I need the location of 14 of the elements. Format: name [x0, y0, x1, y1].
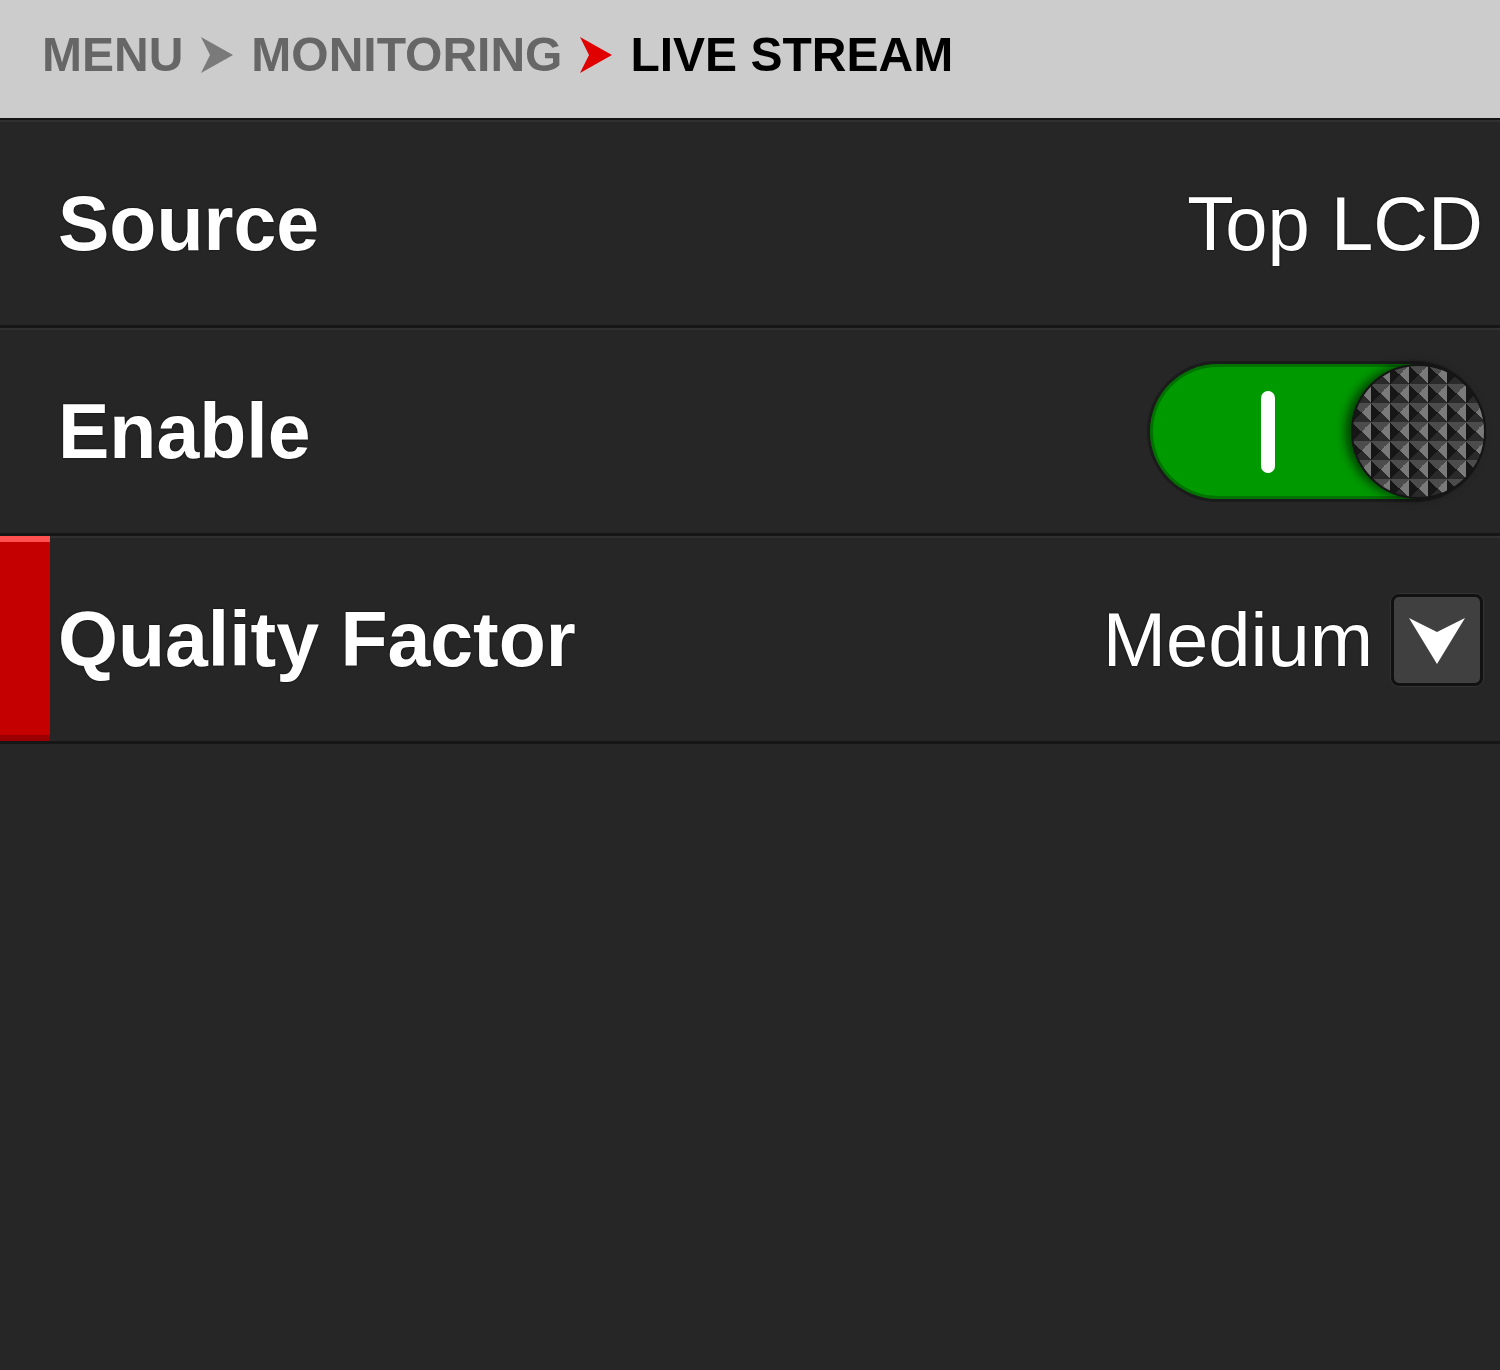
setting-value: Top LCD — [1187, 179, 1483, 268]
vertical-bar-icon — [1261, 391, 1275, 473]
dropdown-button[interactable] — [1391, 593, 1483, 686]
setting-label: Enable — [58, 387, 312, 476]
setting-label: Quality Factor — [58, 595, 577, 684]
caret-icon — [1409, 615, 1465, 664]
breadcrumb-link[interactable]: MONITORING — [251, 28, 563, 82]
breadcrumb-link[interactable]: MENU — [42, 28, 184, 82]
chevron-icon — [201, 37, 234, 73]
breadcrumb-current: LIVE STREAM — [630, 28, 954, 82]
chevron-icon — [580, 37, 613, 73]
dropdown-value: Medium — [1102, 595, 1373, 684]
setting-label: Source — [58, 179, 321, 268]
toggle-thumb[interactable] — [1351, 364, 1486, 499]
